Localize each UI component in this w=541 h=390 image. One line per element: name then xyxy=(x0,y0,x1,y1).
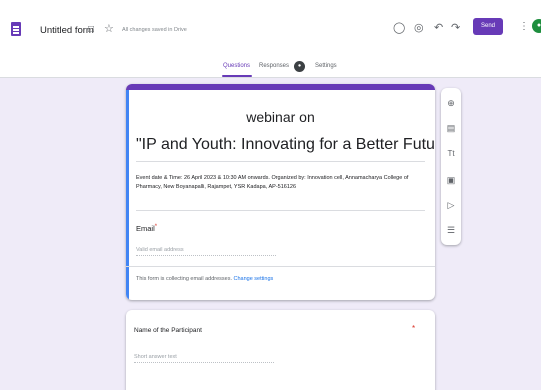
question-card[interactable]: Name of the Participant * xyxy=(126,310,435,390)
divider xyxy=(136,161,425,162)
change-settings-link[interactable]: Change settings xyxy=(234,276,274,282)
send-button[interactable]: Send xyxy=(473,18,503,35)
add-question-icon[interactable]: ⊕ xyxy=(441,98,461,108)
add-image-icon[interactable]: ▣ xyxy=(441,175,461,185)
more-vert-icon[interactable]: ⋮ xyxy=(519,21,529,33)
question-title[interactable]: Name of the Participant xyxy=(134,327,202,334)
divider xyxy=(126,266,435,267)
tab-bar: Questions Responses ● Settings xyxy=(0,50,541,78)
saved-status: All changes saved in Drive xyxy=(122,27,187,33)
undo-icon[interactable]: ↶ xyxy=(434,22,443,34)
email-label: Email* xyxy=(136,224,158,233)
floating-toolbar: ⊕ ▤ Tt ▣ ▷ ☰ xyxy=(441,88,461,245)
tab-questions[interactable]: Questions xyxy=(223,63,250,69)
short-answer-field[interactable] xyxy=(134,352,274,363)
tab-responses[interactable]: Responses xyxy=(259,63,289,69)
form-description[interactable]: Event date & Time: 26 April 2023 & 10:30… xyxy=(136,174,426,192)
email-field[interactable] xyxy=(136,244,276,256)
redo-icon[interactable]: ↷ xyxy=(451,22,460,34)
form-title[interactable]: Untitled form xyxy=(40,25,94,36)
palette-icon[interactable]: ◯ xyxy=(393,22,405,34)
active-tab-indicator xyxy=(222,75,252,77)
star-icon[interactable]: ☆ xyxy=(104,24,114,35)
avatar[interactable]: ● xyxy=(532,19,541,33)
responses-count-badge: ● xyxy=(294,61,305,72)
form-header-card[interactable]: webinar on "IP and Youth: Innovating for… xyxy=(126,84,435,300)
add-video-icon[interactable]: ▷ xyxy=(441,200,461,210)
add-title-icon[interactable]: Tt xyxy=(441,149,461,159)
form-heading-line1[interactable]: webinar on xyxy=(126,109,435,125)
collecting-email-notice: This form is collecting email addresses.… xyxy=(136,276,274,282)
top-bar: Untitled form □ ☆ All changes saved in D… xyxy=(0,0,541,50)
forms-logo-icon[interactable] xyxy=(11,22,21,36)
eye-icon[interactable]: ◎ xyxy=(414,22,424,34)
card-accent-bar xyxy=(126,84,435,90)
folder-icon[interactable]: □ xyxy=(88,25,94,35)
required-asterisk: * xyxy=(412,324,416,333)
divider xyxy=(136,210,425,211)
add-section-icon[interactable]: ☰ xyxy=(441,225,461,235)
tab-settings[interactable]: Settings xyxy=(315,63,337,69)
import-questions-icon[interactable]: ▤ xyxy=(441,123,461,133)
form-heading-line2[interactable]: "IP and Youth: Innovating for a Better F… xyxy=(136,136,435,154)
required-asterisk: * xyxy=(154,224,158,230)
